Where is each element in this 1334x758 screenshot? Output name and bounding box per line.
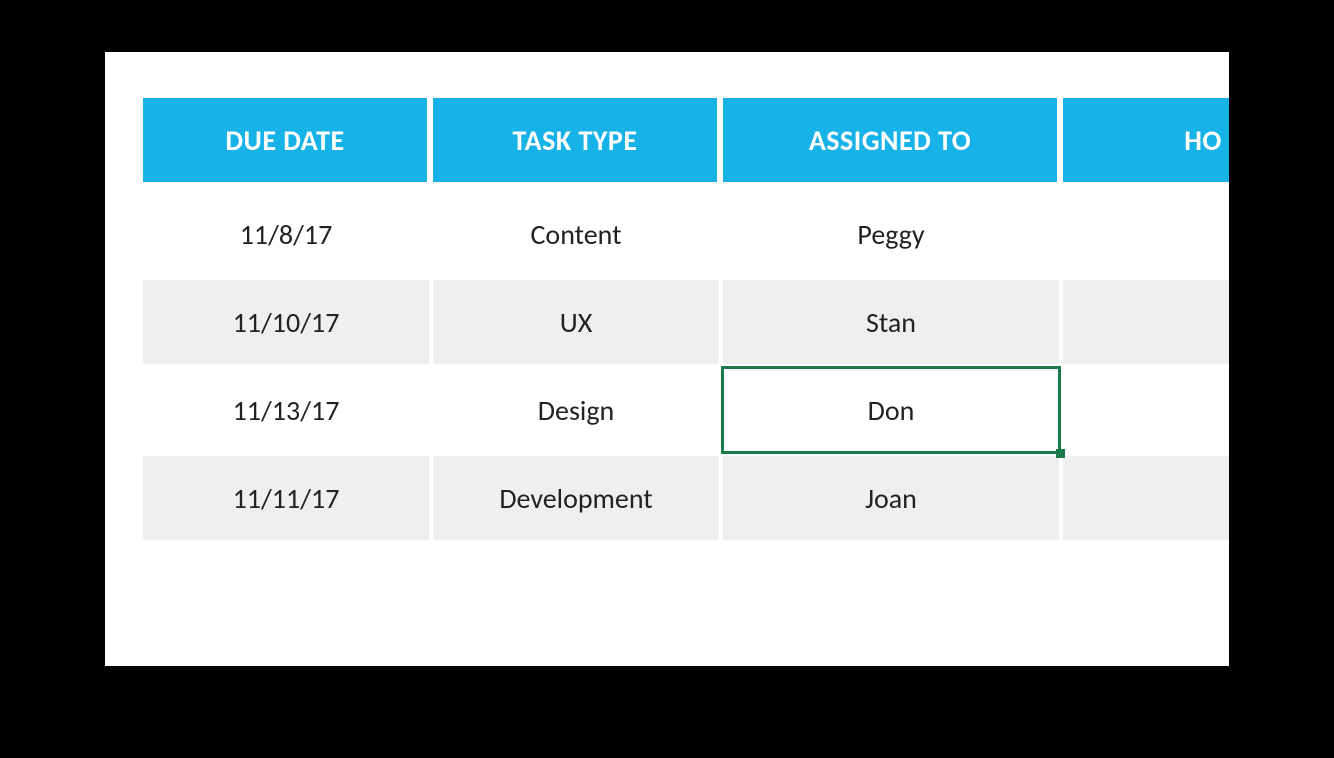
header-assigned-to[interactable]: ASSIGNED TO (723, 98, 1063, 192)
header-due-date[interactable]: DUE DATE (143, 98, 433, 192)
cell-assigned-to[interactable]: Peggy (723, 192, 1063, 280)
cell-due-date[interactable]: 11/10/17 (143, 280, 433, 368)
task-table: DUE DATE TASK TYPE ASSIGNED TO HO 11/8/1… (143, 98, 1229, 544)
cell-task-type[interactable]: Development (433, 456, 723, 544)
cell-col4[interactable] (1063, 368, 1229, 456)
table-viewport: DUE DATE TASK TYPE ASSIGNED TO HO 11/8/1… (143, 98, 1229, 544)
cell-due-date[interactable]: 11/11/17 (143, 456, 433, 544)
cell-assigned-to[interactable]: Joan (723, 456, 1063, 544)
cell-col4[interactable] (1063, 280, 1229, 368)
cell-assigned-to[interactable]: Stan (723, 280, 1063, 368)
header-col4[interactable]: HO (1063, 98, 1229, 192)
cell-col4[interactable] (1063, 192, 1229, 280)
cell-col4[interactable] (1063, 456, 1229, 544)
table-row: 11/13/17 Design Don (143, 368, 1229, 456)
cell-task-type[interactable]: UX (433, 280, 723, 368)
cell-assigned-to[interactable]: Don (723, 368, 1063, 456)
table-row: 11/10/17 UX Stan (143, 280, 1229, 368)
cell-task-type[interactable]: Content (433, 192, 723, 280)
table-row: 11/8/17 Content Peggy (143, 192, 1229, 280)
cell-due-date[interactable]: 11/8/17 (143, 192, 433, 280)
table-header-row: DUE DATE TASK TYPE ASSIGNED TO HO (143, 98, 1229, 192)
fill-handle[interactable] (1056, 449, 1065, 458)
spreadsheet-card: DUE DATE TASK TYPE ASSIGNED TO HO 11/8/1… (105, 52, 1229, 666)
table-row: 11/11/17 Development Joan (143, 456, 1229, 544)
header-task-type[interactable]: TASK TYPE (433, 98, 723, 192)
cell-due-date[interactable]: 11/13/17 (143, 368, 433, 456)
cell-task-type[interactable]: Design (433, 368, 723, 456)
